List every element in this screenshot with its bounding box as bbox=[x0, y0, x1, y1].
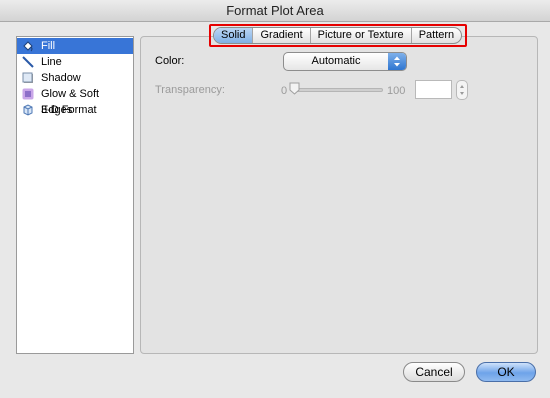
transparency-stepper[interactable] bbox=[456, 80, 468, 100]
transparency-value-field[interactable] bbox=[415, 80, 452, 99]
tab-gradient[interactable]: Gradient bbox=[253, 28, 311, 43]
tab-solid[interactable]: Solid bbox=[214, 28, 254, 43]
slider-max-label: 100 bbox=[387, 85, 406, 97]
category-sidebar: Fill Line Shadow Glow & Soft Edges 3-D F… bbox=[16, 36, 134, 354]
color-label: Color: bbox=[155, 55, 185, 67]
sidebar-item-glow-soft-edges[interactable]: Glow & Soft Edges bbox=[17, 86, 133, 116]
transparency-slider-track[interactable] bbox=[291, 88, 383, 92]
cube-icon bbox=[22, 104, 34, 116]
sidebar-item-label: Line bbox=[41, 56, 62, 68]
window-title: Format Plot Area bbox=[0, 0, 550, 22]
transparency-label: Transparency: bbox=[155, 84, 225, 96]
color-dropdown-value: Automatic bbox=[311, 55, 361, 67]
updown-arrows-icon bbox=[388, 53, 406, 70]
transparency-slider-thumb[interactable] bbox=[289, 82, 300, 95]
color-dropdown[interactable]: Automatic bbox=[283, 52, 407, 71]
sidebar-item-line[interactable]: Line bbox=[17, 54, 133, 70]
line-icon bbox=[22, 56, 34, 68]
sidebar-item-3d-format[interactable]: 3-D Format bbox=[17, 102, 133, 118]
sidebar-item-label: Fill bbox=[41, 40, 56, 52]
sidebar-item-label: 3-D Format bbox=[41, 104, 97, 116]
shadow-icon bbox=[22, 72, 34, 84]
ok-button[interactable]: OK bbox=[476, 362, 536, 382]
tab-pattern[interactable]: Pattern bbox=[412, 28, 461, 43]
sidebar-item-label: Shadow bbox=[41, 72, 81, 84]
fill-type-tabs: Solid Gradient Picture or Texture Patter… bbox=[213, 27, 463, 44]
sidebar-item-fill[interactable]: Fill bbox=[17, 38, 133, 54]
tab-picture-or-texture[interactable]: Picture or Texture bbox=[311, 28, 412, 43]
cancel-button[interactable]: Cancel bbox=[403, 362, 465, 382]
slider-min-label: 0 bbox=[281, 85, 288, 97]
glow-icon bbox=[22, 88, 34, 100]
paint-bucket-icon bbox=[22, 40, 34, 52]
sidebar-item-shadow[interactable]: Shadow bbox=[17, 70, 133, 86]
format-plot-area-dialog: Format Plot Area Fill Line Shadow Glow &… bbox=[0, 0, 550, 398]
